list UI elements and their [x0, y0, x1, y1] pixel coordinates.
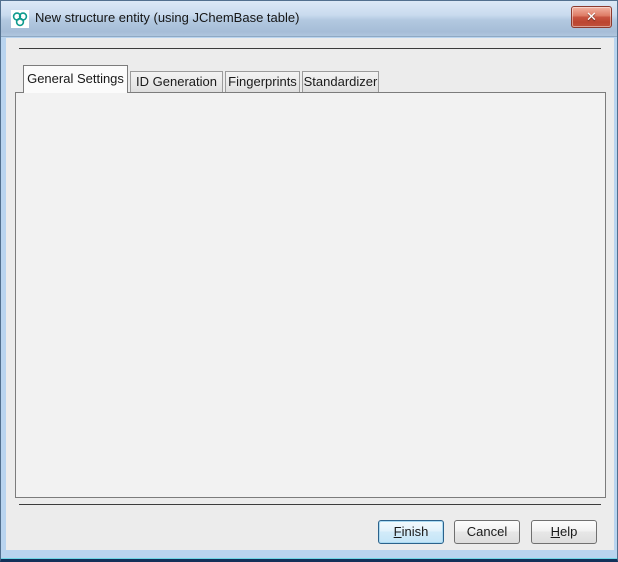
- tab-label: Fingerprints: [228, 74, 297, 89]
- app-icon: [11, 10, 29, 28]
- close-icon: ✕: [572, 7, 611, 27]
- window-title: New structure entity (using JChemBase ta…: [35, 10, 299, 25]
- finish-button[interactable]: Finish: [378, 520, 444, 544]
- tab-label: ID Generation: [136, 74, 217, 89]
- title-bar[interactable]: New structure entity (using JChemBase ta…: [1, 1, 617, 37]
- help-button-label: Help: [532, 521, 596, 543]
- tab-label: General Settings: [27, 71, 124, 86]
- footer-separator: [19, 504, 601, 505]
- tab-label: Standardizer: [304, 74, 378, 89]
- cancel-button[interactable]: Cancel: [454, 520, 520, 544]
- finish-button-label: Finish: [379, 521, 443, 543]
- cancel-button-label: Cancel: [455, 521, 519, 543]
- header-separator: [19, 48, 601, 49]
- help-button[interactable]: Help: [531, 520, 597, 544]
- close-button[interactable]: ✕: [571, 6, 612, 28]
- tab-general-settings[interactable]: General Settings: [23, 65, 128, 93]
- dialog-window: New structure entity (using JChemBase ta…: [0, 0, 618, 562]
- window-bottom-accent: [1, 558, 617, 559]
- tab-panel: [15, 92, 606, 498]
- dialog-client-area: General Settings ID Generation Fingerpri…: [6, 38, 614, 550]
